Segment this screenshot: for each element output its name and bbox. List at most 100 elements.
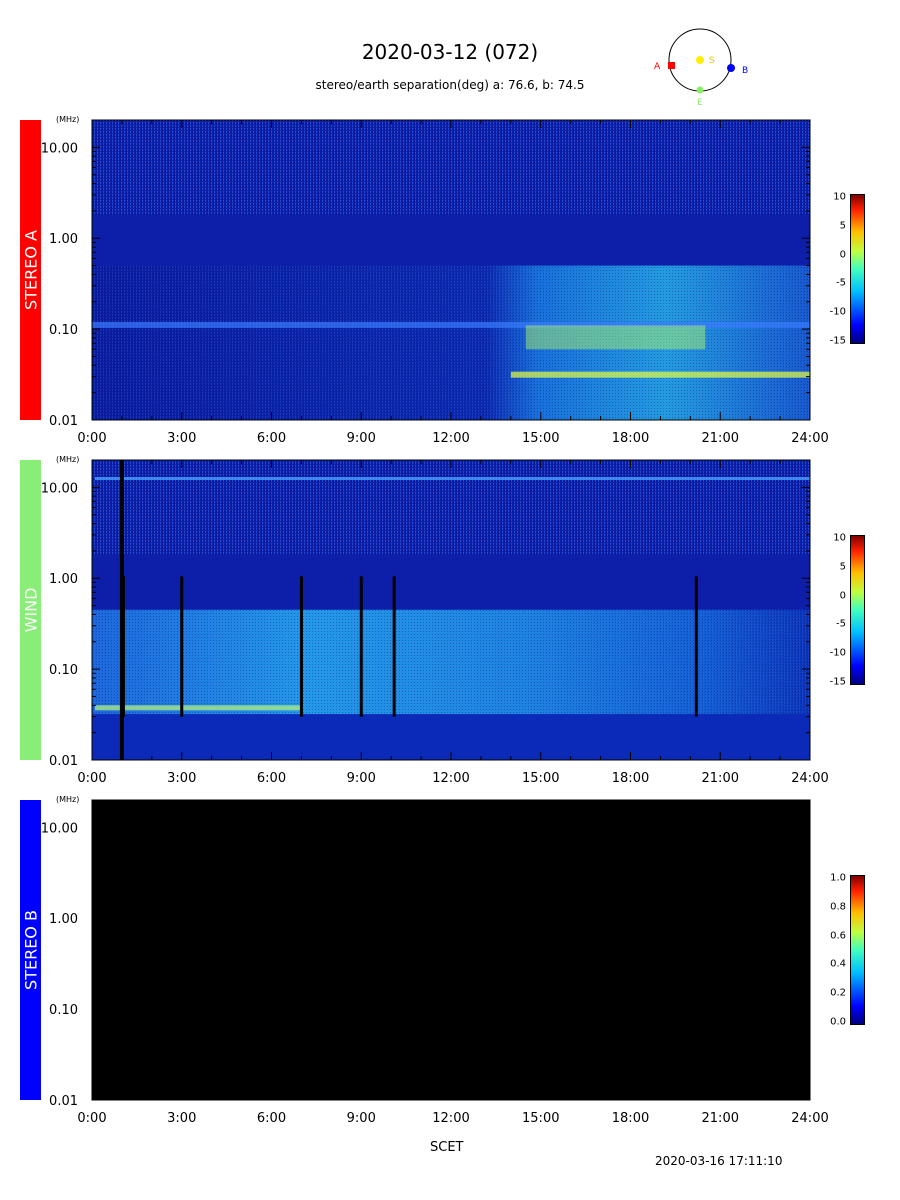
- x-tick-label: 0:00: [77, 771, 106, 786]
- x-tick-label: 9:00: [347, 1111, 376, 1126]
- orbit-diagram: A S B E: [654, 28, 748, 105]
- x-tick-label: 3:00: [167, 1111, 196, 1126]
- x-tick-label: 6:00: [257, 771, 286, 786]
- emission-hotspot: [525, 325, 706, 350]
- colorbar-tick: 0: [839, 590, 846, 602]
- stereo-a-marker: [668, 62, 675, 69]
- burst-line: [180, 576, 184, 717]
- y-tick-label: 10.00: [41, 821, 78, 836]
- colorbar-tick: 0: [839, 249, 846, 261]
- x-tick-label: 3:00: [167, 431, 196, 446]
- stereo-b-marker: [727, 64, 735, 72]
- x-tick-label: 15:00: [522, 771, 559, 786]
- spectrogram-noise-band: [92, 120, 810, 216]
- colorbar-tick: 0.8: [830, 901, 846, 913]
- x-tick-label: 0:00: [77, 431, 106, 446]
- y-unit-label: (MHz): [56, 455, 79, 464]
- colorbar-tick: 5: [839, 561, 846, 573]
- x-tick-label: 18:00: [612, 771, 649, 786]
- burst-line: [694, 576, 698, 717]
- colorbar-ticks-stereo-a: 10 5 0 -5 -10 -15: [820, 191, 846, 347]
- colorbar-tick: 0.2: [830, 987, 846, 999]
- x-axis-label: SCET: [430, 1140, 464, 1155]
- x-tick-label: 12:00: [432, 1111, 469, 1126]
- x-tick-label: 18:00: [612, 431, 649, 446]
- y-tick-label: 0.10: [49, 323, 78, 338]
- colorbar-tick: 5: [839, 220, 846, 232]
- y-tick-label: 1.00: [49, 572, 78, 587]
- spectrogram-stereo-a: (MHz) 10.00 1.00 0.10 0.01 0:00 3:00 6:00 9:00 12…: [41, 115, 829, 446]
- y-tick-label: 10.00: [41, 141, 78, 156]
- y-unit-label: (MHz): [56, 795, 79, 804]
- y-tick-label: 0.01: [49, 754, 78, 769]
- emission-band-stripe: [510, 371, 810, 378]
- earth-marker: [696, 86, 704, 94]
- x-tick-label: 9:00: [347, 771, 376, 786]
- x-tick-label: 15:00: [522, 1111, 559, 1126]
- colorbar-tick: -5: [836, 618, 846, 630]
- x-tick-label: 24:00: [791, 431, 828, 446]
- panel-label-stereo-a: STEREO A: [20, 120, 41, 420]
- colorbar-stereo-b: [850, 875, 865, 1025]
- panel-label-text: STEREO B: [21, 910, 40, 990]
- panel-label-stereo-b: STEREO B: [20, 800, 41, 1100]
- colorbar-tick: -15: [829, 676, 846, 688]
- y-tick-label: 0.01: [49, 414, 78, 429]
- x-tick-label: 18:00: [612, 1111, 649, 1126]
- colorbar-tick: -10: [829, 306, 846, 318]
- orbit-label-a: A: [654, 62, 661, 72]
- colorbar-tick: 10: [833, 532, 846, 544]
- x-tick-label: 24:00: [791, 1111, 828, 1126]
- spectrogram-stereo-b: (MHz) 10.00 1.00 0.10 0.01 0:00 3:00 6:00 9:00 12…: [41, 795, 829, 1126]
- burst-line: [299, 576, 303, 717]
- colorbar-tick: -10: [829, 647, 846, 659]
- panel-label-wind: WIND: [20, 460, 41, 760]
- y-tick-label: 0.10: [49, 663, 78, 678]
- colorbar-tick: 0.4: [830, 958, 846, 970]
- colorbar-tick: 0.6: [830, 930, 846, 942]
- panel-label-text: WIND: [21, 587, 40, 633]
- no-data-background: [92, 800, 810, 1100]
- x-tick-label: 0:00: [77, 1111, 106, 1126]
- x-tick-label: 21:00: [702, 771, 739, 786]
- burst-line: [359, 576, 363, 717]
- colorbar-stereo-a: [850, 194, 865, 344]
- x-tick-label: 9:00: [347, 431, 376, 446]
- colorbar-tick: 0.0: [830, 1016, 846, 1028]
- separation-subtitle: stereo/earth separation(deg) a: 76.6, b:…: [315, 78, 585, 92]
- x-tick-label: 12:00: [432, 771, 469, 786]
- burst-line: [392, 576, 396, 717]
- colorbar-wind: [850, 535, 865, 685]
- x-tick-label: 21:00: [702, 1111, 739, 1126]
- burst-line: [119, 460, 124, 760]
- generated-timestamp: 2020-03-16 17:11:10: [655, 1154, 783, 1168]
- spectrogram-wind: (MHz) 10.00 1.00 0.10 0.01 0:00 3:00 6:00 9:00 12…: [41, 455, 829, 786]
- y-tick-label: 1.00: [49, 912, 78, 927]
- colorbar-tick: 10: [833, 191, 846, 203]
- y-tick-label: 0.10: [49, 1003, 78, 1018]
- y-tick-label: 0.01: [49, 1094, 78, 1109]
- spectrogram-noise-band: [92, 460, 810, 556]
- colorbar-tick: -15: [829, 335, 846, 347]
- colorbar-ticks-stereo-b: 1.0 0.8 0.6 0.4 0.2 0.0: [820, 872, 846, 1028]
- x-tick-label: 24:00: [791, 771, 828, 786]
- y-tick-label: 1.00: [49, 232, 78, 247]
- y-unit-label: (MHz): [56, 115, 79, 124]
- emission-band-stripe: [94, 477, 810, 481]
- orbit-label-s: S: [709, 56, 715, 66]
- colorbar-tick: 1.0: [830, 872, 846, 884]
- emission-band-stripe: [94, 705, 302, 711]
- x-tick-label: 21:00: [702, 431, 739, 446]
- panel-label-text: STEREO A: [21, 230, 40, 310]
- sun-marker: [696, 56, 704, 64]
- colorbar-tick: -5: [836, 277, 846, 289]
- x-tick-label: 15:00: [522, 431, 559, 446]
- x-tick-label: 6:00: [257, 1111, 286, 1126]
- x-tick-label: 12:00: [432, 431, 469, 446]
- orbit-label-e: E: [697, 98, 703, 105]
- colorbar-ticks-wind: 10 5 0 -5 -10 -15: [820, 532, 846, 688]
- x-tick-label: 3:00: [167, 771, 196, 786]
- x-tick-label: 6:00: [257, 431, 286, 446]
- y-tick-label: 10.00: [41, 481, 78, 496]
- chart-title: 2020-03-12 (072): [361, 40, 539, 64]
